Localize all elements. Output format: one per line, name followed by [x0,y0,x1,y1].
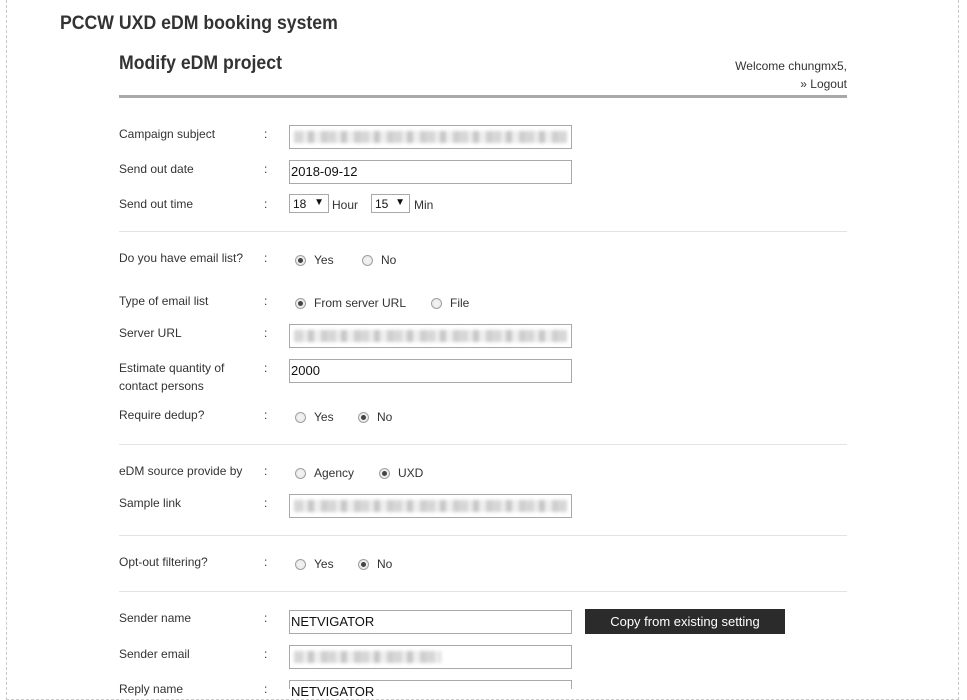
colon: : [264,647,268,661]
radio-label: Yes [314,410,334,424]
section-divider [119,231,847,232]
welcome-text: Welcome chungmx5, [735,59,847,73]
minute-value: 15 [375,197,389,211]
radio-label: Agency [314,466,355,480]
header-divider [119,95,847,98]
section-divider [119,444,847,445]
radio-checked-icon [295,254,306,266]
server-url-input[interactable] [289,324,572,348]
minute-select[interactable]: 15 ▼ [371,194,410,213]
colon: : [264,408,268,422]
radio-checked-icon [295,297,306,309]
dedup-yes-radio[interactable]: Yes [295,410,334,424]
estimate-quantity-label: Estimate quantity of contact persons [119,359,259,395]
label-line: contact persons [119,379,204,393]
email-list-type-label: Type of email list [119,294,209,308]
colon: : [264,555,268,569]
hour-unit: Hour [332,198,359,212]
app-title: PCCW UXD eDM booking system [60,13,338,34]
uxd-radio[interactable]: UXD [379,466,423,480]
sender-name-label: Sender name [119,611,192,625]
radio-checked-icon [379,467,390,479]
colon: : [264,197,268,211]
colon: : [264,326,268,340]
require-dedup-label: Require dedup? [119,408,205,422]
sample-link-label: Sample link [119,496,182,510]
radio-label: Yes [314,253,334,267]
radio-unchecked-icon [295,558,306,570]
colon: : [264,294,268,308]
chevron-down-icon: ▼ [314,197,324,208]
radio-unchecked-icon [295,467,306,479]
radio-unchecked-icon [431,297,442,309]
opt-out-yes-radio[interactable]: Yes [295,557,334,571]
edm-source-label: eDM source provide by [119,464,243,478]
campaign-subject-label: Campaign subject [119,127,216,141]
server-url-radio[interactable]: From server URL [295,296,406,310]
redacted-value [294,500,567,512]
redacted-value [294,131,567,143]
email-list-yes-radio[interactable]: Yes [295,253,334,267]
opt-out-no-radio[interactable]: No [358,557,392,571]
opt-out-label: Opt-out filtering? [119,555,208,569]
agency-radio[interactable]: Agency [295,466,354,480]
copy-existing-setting-button[interactable]: Copy from existing setting [585,609,785,634]
campaign-subject-input[interactable] [289,125,572,149]
section-divider [119,535,847,536]
radio-unchecked-icon [295,411,306,423]
radio-checked-icon [358,558,369,570]
radio-label: From server URL [314,296,407,310]
redacted-value [294,651,441,663]
colon: : [264,361,268,375]
section-divider [119,591,847,592]
sender-name-input[interactable]: NETVIGATOR [289,610,572,634]
radio-label: No [377,557,393,571]
colon: : [264,464,268,478]
colon: : [264,682,268,696]
file-radio[interactable]: File [431,296,469,310]
colon: : [264,496,268,510]
redacted-value [294,330,567,342]
radio-unchecked-icon [362,254,373,266]
send-out-date-input[interactable]: 2018-09-12 [289,160,572,184]
user-welcome: Welcome chungmx5, » Logout [735,57,847,93]
colon: : [264,162,268,176]
colon: : [264,127,268,141]
email-list-no-radio[interactable]: No [362,253,396,267]
reply-name-input[interactable]: NETVIGATOR [289,680,572,699]
label-line: Estimate quantity of [119,361,225,375]
page-frame [6,0,959,700]
reply-name-label: Reply name [119,682,184,696]
hour-value: 18 [293,197,307,211]
minute-unit: Min [414,198,434,212]
sender-email-label: Sender email [119,647,190,661]
chevron-down-icon: ▼ [395,197,405,208]
colon: : [264,251,268,265]
sample-link-input[interactable] [289,494,572,518]
radio-label: UXD [398,466,424,480]
radio-label: No [377,410,393,424]
hour-select[interactable]: 18 ▼ [289,194,329,213]
send-out-time-label: Send out time [119,197,194,211]
radio-label: Yes [314,557,334,571]
radio-label: File [450,296,470,310]
page-title: Modify eDM project [119,53,282,74]
logout-link[interactable]: » Logout [800,77,847,91]
radio-checked-icon [358,411,369,423]
has-email-list-label: Do you have email list? [119,251,244,265]
estimate-quantity-input[interactable]: 2000 [289,359,572,383]
radio-label: No [381,253,397,267]
sender-email-input[interactable] [289,645,572,669]
dedup-no-radio[interactable]: No [358,410,392,424]
colon: : [264,611,268,625]
send-out-date-label: Send out date [119,162,194,176]
server-url-label: Server URL [119,326,182,340]
